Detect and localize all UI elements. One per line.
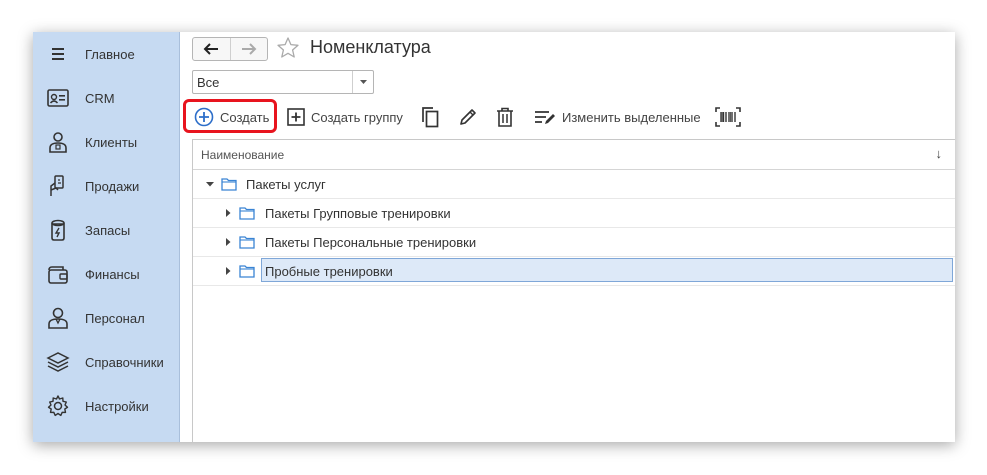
copy-button[interactable] [420, 102, 440, 132]
sidebar-item-stock[interactable]: Запасы [33, 208, 179, 252]
staff-person-icon [48, 307, 68, 329]
row-label: Пакеты Персональные тренировки [265, 235, 477, 250]
edit-selected-button[interactable]: Изменить выделенные [534, 102, 701, 132]
chevron-down-icon [359, 79, 367, 84]
id-card-icon [47, 89, 69, 107]
column-header-name[interactable]: Наименование [201, 148, 284, 162]
filter-dropdown-button[interactable] [352, 71, 373, 93]
sidebar-item-references[interactable]: Справочники [33, 340, 179, 384]
sort-arrow-icon: ↓ [935, 146, 943, 161]
sidebar-item-clients[interactable]: Клиенты [33, 120, 179, 164]
row-label: Пакеты услуг [246, 177, 326, 192]
sidebar-item-crm[interactable]: CRM [33, 76, 179, 120]
app-window: Главное CRM Клиенты Продажи Запасы Финан… [33, 32, 955, 442]
copy-icon [422, 107, 439, 128]
folder-icon [239, 265, 255, 278]
table-header[interactable]: Наименование ↓ [193, 140, 955, 170]
favorite-star-icon[interactable] [276, 36, 300, 60]
folder-icon [239, 236, 255, 249]
edit-selected-button-label: Изменить выделенные [562, 109, 701, 125]
main-panel: Номенклатура Все Создать Создать группу … [180, 32, 955, 442]
create-group-button-label: Создать группу [311, 109, 403, 125]
sidebar-item-label: Справочники [85, 354, 164, 370]
delete-button[interactable] [496, 102, 514, 132]
sidebar-item-sales[interactable]: Продажи [33, 164, 179, 208]
filter-select[interactable]: Все [192, 70, 374, 94]
back-button[interactable] [193, 38, 230, 60]
page-title: Номенклатура [310, 37, 431, 57]
arrow-left-icon [203, 43, 219, 55]
sidebar-item-label: Настройки [85, 398, 149, 414]
sidebar-item-label: CRM [85, 90, 115, 106]
table-row[interactable]: Пакеты услуг [193, 170, 955, 199]
arrow-right-icon [241, 43, 257, 55]
menu-lines-icon [52, 48, 64, 60]
forward-button[interactable] [229, 38, 268, 60]
row-label: Пробные тренировки [265, 264, 393, 279]
create-button[interactable]: Создать [194, 102, 269, 132]
sidebar-item-label: Клиенты [85, 134, 138, 150]
sidebar-item-main[interactable]: Главное [33, 32, 179, 76]
sidebar-item-settings[interactable]: Настройки [33, 384, 179, 428]
create-group-button[interactable]: Создать группу [287, 102, 403, 132]
client-person-icon [49, 132, 67, 153]
expanded-triangle-icon[interactable] [205, 179, 215, 189]
toolbar: Создать Создать группу Изменить выделенн… [186, 102, 955, 132]
collapsed-triangle-icon[interactable] [223, 208, 233, 218]
wallet-icon [48, 266, 68, 284]
folder-icon [221, 178, 237, 191]
plus-square-icon [287, 108, 305, 126]
collapsed-triangle-icon[interactable] [223, 266, 233, 276]
gear-icon [47, 395, 69, 417]
sidebar-item-label: Главное [85, 46, 135, 62]
filter-select-value: Все [197, 75, 220, 90]
sidebar: Главное CRM Клиенты Продажи Запасы Финан… [33, 32, 180, 442]
items-table: Наименование ↓ Пакеты услуг Пакеты Групп… [192, 139, 955, 442]
table-row-selected[interactable]: Пробные тренировки [193, 257, 955, 286]
folder-icon [239, 207, 255, 220]
table-row[interactable]: Пакеты Групповые тренировки [193, 199, 955, 228]
barcode-icon [715, 107, 741, 127]
sidebar-item-label: Финансы [85, 266, 140, 282]
table-row[interactable]: Пакеты Персональные тренировки [193, 228, 955, 257]
sales-hand-icon [50, 175, 64, 196]
collapsed-triangle-icon[interactable] [223, 237, 233, 247]
create-button-label: Создать [220, 109, 270, 125]
sidebar-item-staff[interactable]: Персонал [33, 296, 179, 340]
pencil-icon [460, 109, 476, 125]
sidebar-item-finance[interactable]: Финансы [33, 252, 179, 296]
stock-jar-icon [51, 219, 65, 241]
barcode-search-button[interactable] [715, 102, 741, 132]
sidebar-item-label: Запасы [85, 222, 131, 238]
row-label: Пакеты Групповые тренировки [265, 206, 451, 221]
reference-books-icon [46, 352, 70, 372]
sidebar-item-label: Персонал [85, 310, 145, 326]
edit-list-icon [535, 111, 555, 124]
history-nav [192, 37, 268, 61]
sidebar-item-label: Продажи [85, 178, 140, 194]
plus-circle-icon [194, 107, 214, 127]
edit-button[interactable] [458, 102, 478, 132]
trash-icon [497, 107, 513, 127]
